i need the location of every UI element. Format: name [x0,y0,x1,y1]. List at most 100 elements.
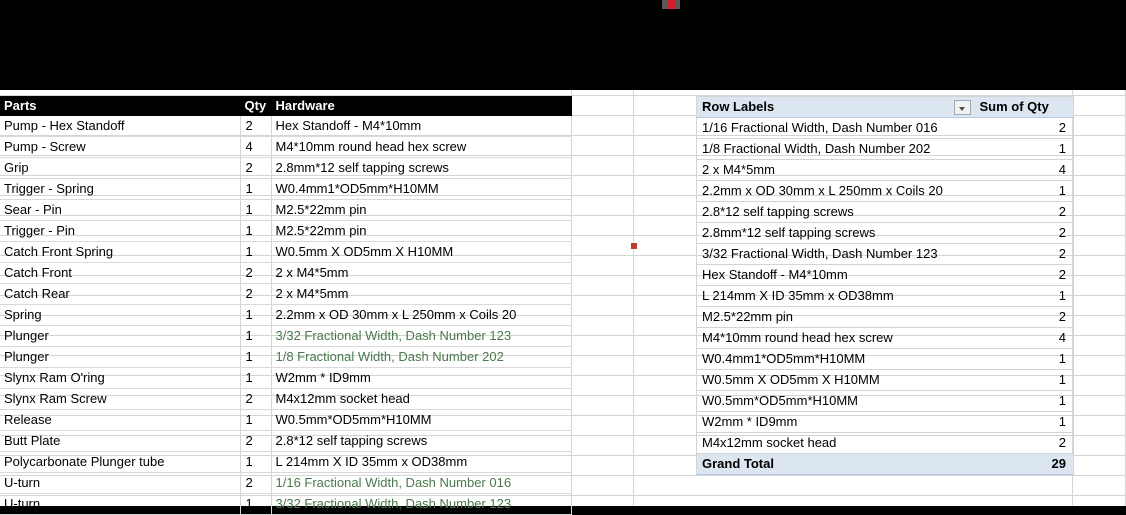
hardware-spec-cell[interactable]: 3/32 Fractional Width, Dash Number 123 [271,493,572,515]
table-row[interactable]: Polycarbonate Plunger tube 1 L 214mm X ID … [0,451,572,473]
part-qty-cell[interactable]: 2 [240,472,272,494]
pivot-sum-cell[interactable]: 2 [973,117,1074,139]
part-qty-cell[interactable]: 1 [240,346,272,368]
table-row[interactable]: Butt Plate 2 2.8*12 self tapping screws [0,430,572,452]
pivot-row[interactable]: 2.2mm x OD 30mm x L 250mm x Coils 20 1 [696,180,1074,202]
table-row[interactable]: Catch Rear 2 2 x M4*5mm [0,283,572,305]
part-name-cell[interactable]: Catch Front Spring [0,241,241,263]
part-qty-cell[interactable]: 1 [240,178,272,200]
hardware-spec-cell[interactable]: 2.2mm x OD 30mm x L 250mm x Coils 20 [271,304,572,326]
pivot-row[interactable]: Hex Standoff - M4*10mm 2 [696,264,1074,286]
part-name-cell[interactable]: U-turn [0,472,241,494]
table-row[interactable]: U-turn 1 3/32 Fractional Width, Dash Numbe… [0,493,572,515]
hardware-spec-cell[interactable]: M4x12mm socket head [271,388,572,410]
pivot-row-label-cell[interactable]: 1/16 Fractional Width, Dash Number 016 [696,117,974,139]
part-qty-cell[interactable]: 2 [240,116,272,137]
part-name-cell[interactable]: Trigger - Pin [0,220,241,242]
pivot-row[interactable]: 3/32 Fractional Width, Dash Number 123 2 [696,243,1074,265]
part-name-cell[interactable]: Grip [0,157,241,179]
part-name-cell[interactable]: Plunger [0,346,241,368]
pivot-sum-cell[interactable]: 2 [973,222,1074,244]
pivot-row[interactable]: M4*10mm round head hex screw 4 [696,327,1074,349]
pivot-row[interactable]: W0.5mm X OD5mm X H10MM 1 [696,369,1074,391]
pivot-table[interactable]: Row Labels Sum of Qty 1/16 Fractional Wi… [696,96,1074,475]
pivot-row-label-cell[interactable]: 2.8mm*12 self tapping screws [696,222,974,244]
qty-column-header[interactable]: Qty [240,96,272,116]
pivot-row[interactable]: 2 x M4*5mm 4 [696,159,1074,181]
table-row[interactable]: Slynx Ram Screw 2 M4x12mm socket head [0,388,572,410]
hardware-spec-cell[interactable]: Hex Standoff - M4*10mm [271,116,572,137]
part-name-cell[interactable]: Polycarbonate Plunger tube [0,451,241,473]
table-row[interactable]: Pump - Hex Standoff 2 Hex Standoff - M4*10… [0,116,572,137]
pivot-row[interactable]: M2.5*22mm pin 2 [696,306,1074,328]
hardware-column-header[interactable]: Hardware [271,96,572,116]
hardware-spec-cell[interactable]: W2mm * ID9mm [271,367,572,389]
table-row[interactable]: U-turn 2 1/16 Fractional Width, Dash Numbe… [0,472,572,494]
part-name-cell[interactable]: Trigger - Spring [0,178,241,200]
part-qty-cell[interactable]: 1 [240,220,272,242]
pivot-sum-cell[interactable]: 1 [973,138,1074,160]
part-name-cell[interactable]: Sear - Pin [0,199,241,221]
pivot-sum-cell[interactable]: 4 [973,159,1074,181]
part-qty-cell[interactable]: 2 [240,430,272,452]
part-name-cell[interactable]: Pump - Hex Standoff [0,116,241,137]
pivot-sum-cell[interactable]: 1 [973,411,1074,433]
spreadsheet-grid[interactable]: Parts Qty Hardware Pump - Hex Standoff 2 H… [0,90,1126,515]
pivot-sum-cell[interactable]: 2 [973,306,1074,328]
hardware-spec-cell[interactable]: W0.5mm*OD5mm*H10MM [271,409,572,431]
hardware-spec-cell[interactable]: 2.8*12 self tapping screws [271,430,572,452]
cell-comment-red-dot-icon[interactable] [631,243,637,249]
pivot-row[interactable]: M4x12mm socket head 2 [696,432,1074,454]
pivot-row-label-cell[interactable]: 2.8*12 self tapping screws [696,201,974,223]
scroll-position-marker-icon[interactable] [662,0,680,9]
part-name-cell[interactable]: Pump - Screw [0,136,241,158]
pivot-row-label-cell[interactable]: W0.5mm X OD5mm X H10MM [696,369,974,391]
table-row[interactable]: Plunger 1 1/8 Fractional Width, Dash Numbe… [0,346,572,368]
table-row[interactable]: Trigger - Pin 1 M2.5*22mm pin [0,220,572,242]
part-name-cell[interactable]: U-turn [0,493,241,515]
pivot-row-label-cell[interactable]: Hex Standoff - M4*10mm [696,264,974,286]
pivot-row-label-cell[interactable]: W0.4mm1*OD5mm*H10MM [696,348,974,370]
part-qty-cell[interactable]: 2 [240,388,272,410]
pivot-sum-cell[interactable]: 1 [973,180,1074,202]
pivot-row[interactable]: L 214mm X ID 35mm x OD38mm 1 [696,285,1074,307]
table-row[interactable]: Release 1 W0.5mm*OD5mm*H10MM [0,409,572,431]
hardware-spec-cell[interactable]: 2 x M4*5mm [271,283,572,305]
hardware-spec-cell[interactable]: 2.8mm*12 self tapping screws [271,157,572,179]
part-qty-cell[interactable]: 1 [240,199,272,221]
part-qty-cell[interactable]: 1 [240,451,272,473]
table-row[interactable]: Spring 1 2.2mm x OD 30mm x L 250mm x Coils… [0,304,572,326]
table-row[interactable]: Slynx Ram O'ring 1 W2mm * ID9mm [0,367,572,389]
pivot-sum-cell[interactable]: 1 [973,285,1074,307]
pivot-row-label-cell[interactable]: 1/8 Fractional Width, Dash Number 202 [696,138,974,160]
pivot-row-label-cell[interactable]: M4*10mm round head hex screw [696,327,974,349]
hardware-spec-cell[interactable]: M2.5*22mm pin [271,220,572,242]
parts-bill-of-materials-table[interactable]: Parts Qty Hardware Pump - Hex Standoff 2 H… [0,96,572,515]
table-row[interactable]: Catch Front 2 2 x M4*5mm [0,262,572,284]
pivot-row[interactable]: W0.5mm*OD5mm*H10MM 1 [696,390,1074,412]
part-qty-cell[interactable]: 2 [240,283,272,305]
pivot-sum-cell[interactable]: 1 [973,390,1074,412]
part-name-cell[interactable]: Slynx Ram O'ring [0,367,241,389]
part-qty-cell[interactable]: 1 [240,325,272,347]
pivot-row-label-cell[interactable]: L 214mm X ID 35mm x OD38mm [696,285,974,307]
part-qty-cell[interactable]: 1 [240,241,272,263]
hardware-spec-cell[interactable]: L 214mm X ID 35mm x OD38mm [271,451,572,473]
pivot-sum-cell[interactable]: 4 [973,327,1074,349]
part-qty-cell[interactable]: 1 [240,409,272,431]
pivot-sum-cell[interactable]: 2 [973,201,1074,223]
part-name-cell[interactable]: Catch Front [0,262,241,284]
part-qty-cell[interactable]: 1 [240,493,272,515]
part-name-cell[interactable]: Release [0,409,241,431]
hardware-spec-cell[interactable]: M4*10mm round head hex screw [271,136,572,158]
table-row[interactable]: Sear - Pin 1 M2.5*22mm pin [0,199,572,221]
part-qty-cell[interactable]: 4 [240,136,272,158]
part-name-cell[interactable]: Plunger [0,325,241,347]
hardware-spec-cell[interactable]: W0.5mm X OD5mm X H10MM [271,241,572,263]
pivot-grand-total-row[interactable]: Grand Total 29 [696,453,1074,475]
table-row[interactable]: Plunger 1 3/32 Fractional Width, Dash Numb… [0,325,572,347]
part-qty-cell[interactable]: 1 [240,367,272,389]
hardware-spec-cell[interactable]: 1/8 Fractional Width, Dash Number 202 [271,346,572,368]
pivot-row[interactable]: W0.4mm1*OD5mm*H10MM 1 [696,348,1074,370]
part-qty-cell[interactable]: 2 [240,262,272,284]
